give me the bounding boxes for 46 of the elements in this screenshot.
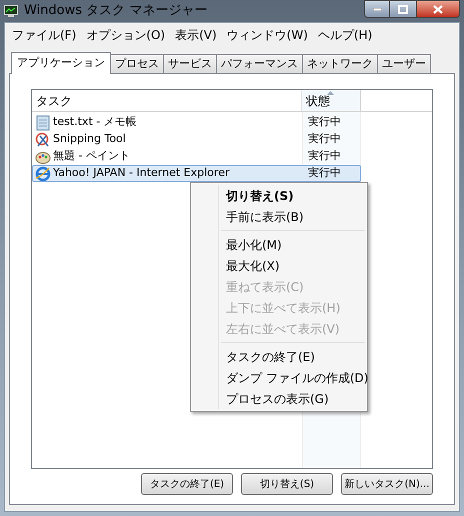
tab[interactable]: ネットワーク [302,54,378,73]
task-status: 実行中 [307,165,342,182]
scissors-icon [35,132,51,148]
minimize-button[interactable] [364,0,390,18]
monitor-icon [4,5,18,17]
task-name: Snipping Tool [53,131,126,148]
task-name: 無題 - ペイント [53,148,130,164]
task-status: 実行中 [307,114,342,130]
menu-item[interactable]: ウィンドウ(W) [222,26,313,44]
menu-item[interactable]: ファイル(F) [7,26,82,44]
context-menu-item[interactable]: 切り替え(S) [191,185,367,206]
action-button[interactable]: 切り替え(S) [241,473,333,495]
maximize-button[interactable] [390,0,416,18]
tab[interactable]: サービス [163,54,217,73]
notepad-icon [35,114,51,130]
context-menu-item[interactable]: ダンプ ファイルの作成(D) [191,367,367,388]
context-menu-item[interactable]: 最大化(X) [191,255,367,276]
menu-item[interactable]: オプション(O) [81,26,170,44]
tab[interactable]: プロセス [110,54,164,73]
task-name: Yahoo! JAPAN - Internet Explorer [53,165,230,182]
task-row[interactable]: test.txt - メモ帳 実行中 [32,114,361,131]
context-menu-item[interactable]: 最小化(M) [191,234,367,255]
menu-item[interactable]: ヘルプ(H) [312,26,378,44]
task-row[interactable]: 無題 - ペイント 実行中 [32,148,361,165]
window-title: Windows タスク マネージャー [24,2,208,20]
action-button[interactable]: 新しいタスク(N)... [341,473,433,495]
sort-arrow-icon [327,91,334,95]
column-header[interactable]: 状態 [302,90,361,111]
maximize-icon [398,4,408,14]
tab[interactable]: パフォーマンス [216,54,303,73]
context-menu-item[interactable]: 手前に表示(B) [191,206,367,227]
close-button[interactable] [416,0,460,18]
globe-e-icon [35,166,51,182]
task-row[interactable]: Yahoo! JAPAN - Internet Explorer 実行中 [32,165,361,182]
task-name: test.txt - メモ帳 [53,114,137,130]
action-button[interactable]: タスクの終了(E) [141,473,233,495]
context-menu-item[interactable]: タスクの終了(E) [191,346,367,367]
menu-item[interactable]: 表示(V) [170,26,222,44]
task-status: 実行中 [307,148,342,164]
tab[interactable]: アプリケーション [11,52,111,74]
task-row[interactable]: Snipping Tool 実行中 [32,131,361,148]
close-icon [433,4,443,14]
tab[interactable]: ユーザー [377,54,431,73]
task-status: 実行中 [307,131,342,148]
context-menu-item[interactable]: プロセスの表示(G) [191,388,367,409]
minimize-icon [372,8,382,10]
